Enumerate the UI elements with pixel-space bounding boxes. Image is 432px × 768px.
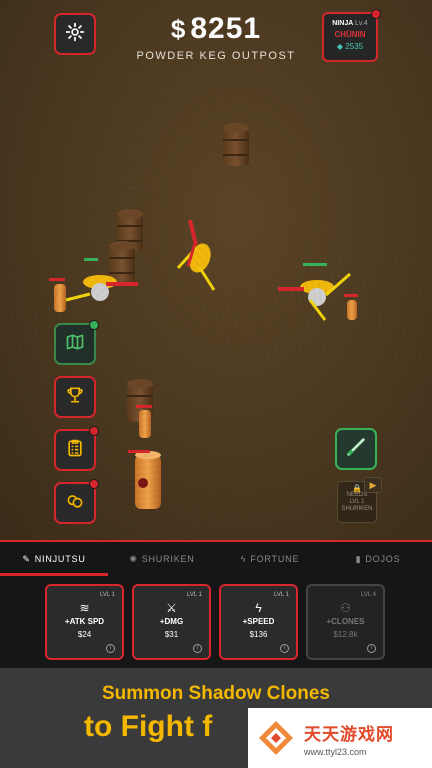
- upgrade-level: LVL 1: [273, 592, 289, 598]
- tab-shuriken[interactable]: ✺ SHURIKEN: [108, 542, 216, 576]
- watermark-title: 天天游戏网: [304, 724, 394, 744]
- notification-dot: [89, 479, 99, 489]
- upgrade-panel: ✎ NINJUTSU ✺ SHURIKEN ϟ FORTUNE ▮ DOJOS …: [0, 540, 432, 668]
- upgrade-card-speed[interactable]: LVL 1 ϟ +SPEED $136 i: [219, 584, 298, 660]
- promo-subheadline: to Fight f: [84, 710, 213, 743]
- watermark-logo-icon: [259, 721, 293, 755]
- rank-title: CHŪNIN: [334, 30, 366, 39]
- info-icon[interactable]: i: [367, 644, 376, 653]
- katana-ability-button[interactable]: [335, 428, 377, 470]
- watermark-url: www.ttyl23.com: [304, 746, 367, 757]
- powder-keg: [344, 294, 358, 320]
- upgrade-name: +DMG: [159, 617, 184, 626]
- tab-bar: ✎ NINJUTSU ✺ SHURIKEN ϟ FORTUNE ▮ DOJOS: [0, 542, 432, 576]
- upgrade-price: $136: [249, 630, 268, 639]
- upgrade-name: +ATK SPD: [64, 617, 105, 626]
- powder-keg: [128, 450, 161, 509]
- info-icon[interactable]: i: [106, 644, 115, 653]
- upgrade-price: $31: [164, 630, 179, 639]
- info-icon[interactable]: i: [193, 644, 202, 653]
- locked-text-line: NEEDS: [346, 492, 368, 498]
- lightning-icon: ϟ: [255, 601, 262, 615]
- upgrade-level: LVL 1: [186, 592, 202, 598]
- upgrade-price: $24: [77, 630, 92, 639]
- notification-dot: [89, 426, 99, 436]
- brush-icon: ✎: [22, 553, 31, 564]
- users-icon: ⚇: [340, 601, 351, 615]
- upgrade-card-dmg[interactable]: LVL 1 ⚔ +DMG $31 i: [132, 584, 211, 660]
- upgrade-level: LVL 4: [360, 592, 376, 598]
- upgrade-name: +SPEED: [242, 617, 275, 626]
- lightning-icon: ϟ: [240, 554, 247, 564]
- ninja-level: Lv.4: [354, 20, 368, 27]
- currency-symbol: $: [170, 14, 187, 44]
- trophy-button[interactable]: [54, 376, 96, 418]
- ninja-label: NINJA: [332, 20, 354, 27]
- clipboard-icon: [65, 438, 85, 463]
- info-icon[interactable]: i: [280, 644, 289, 653]
- coins-button[interactable]: [54, 479, 99, 524]
- tab-label: FORTUNE: [250, 554, 300, 564]
- powder-keg: [49, 278, 66, 312]
- tab-label: DOJOS: [365, 554, 401, 564]
- sword-icon: ⚔: [166, 601, 177, 615]
- upgrade-name: +CLONES: [326, 617, 365, 626]
- quests-button[interactable]: [54, 426, 99, 471]
- watermark: 天天游戏网 www.ttyl23.com: [248, 708, 432, 768]
- tab-ninjutsu[interactable]: ✎ NINJUTSU: [0, 542, 108, 576]
- map-button[interactable]: [54, 320, 99, 365]
- trophy-icon: [65, 385, 85, 410]
- player-rank-card[interactable]: NINJA Lv.4 CHŪNIN ◆ 2535: [322, 9, 381, 62]
- shuriken-icon: ✺: [129, 553, 138, 564]
- upgrade-level: LVL 1: [99, 592, 115, 598]
- book-icon: ▮: [355, 553, 362, 564]
- tab-fortune[interactable]: ϟ FORTUNE: [216, 542, 324, 576]
- enemy-samurai: [278, 263, 351, 321]
- promo-headline: Summon Shadow Clones: [101, 683, 331, 704]
- tab-label: SHURIKEN: [141, 554, 195, 564]
- player-ninja: [176, 219, 216, 291]
- map-icon: [65, 332, 85, 357]
- upgrade-price: $12.8k: [333, 630, 358, 639]
- barrel: [223, 123, 249, 166]
- locked-text-line: SHURIKEN: [341, 506, 373, 512]
- wind-icon: ≋: [79, 601, 90, 615]
- tab-label: NINJUTSU: [34, 554, 86, 564]
- tab-dojos[interactable]: ▮ DOJOS: [324, 542, 432, 576]
- coins-icon: [65, 491, 85, 516]
- katana-icon: [345, 436, 367, 463]
- upgrade-card-atk-speed[interactable]: LVL 1 ≋ +ATK SPD $24 i: [45, 584, 124, 660]
- upgrade-card-clones[interactable]: LVL 4 ⚇ +CLONES $12.8k i: [306, 584, 385, 660]
- notification-dot: [89, 320, 99, 330]
- play-icon: ▶: [364, 477, 382, 493]
- gem-count: 2535: [345, 42, 364, 51]
- notification-dot: [371, 9, 381, 19]
- money-amount: 8251: [190, 12, 262, 45]
- upgrade-cards: LVL 1 ≋ +ATK SPD $24 i LVL 1 ⚔ +DMG $31 …: [45, 584, 385, 660]
- locked-text-line: LVL 1: [349, 499, 365, 505]
- game-field[interactable]: $8251 POWDER KEG OUTPOST NINJA Lv.4 CHŪN…: [0, 0, 432, 540]
- gem-icon: ◆: [336, 42, 344, 51]
